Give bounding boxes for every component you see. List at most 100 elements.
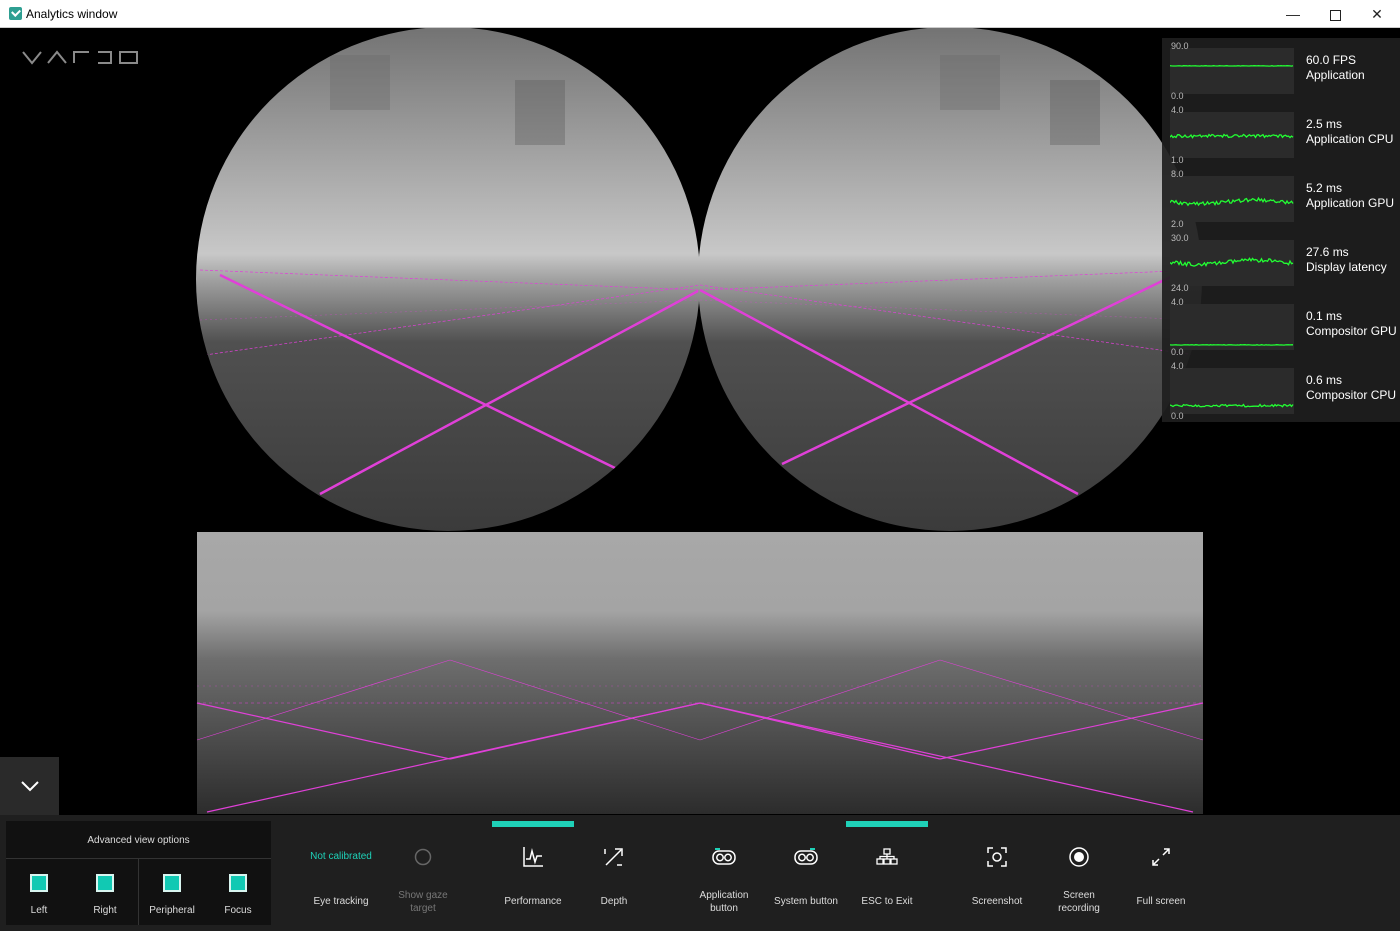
screenshot-icon [987,847,1007,867]
perf-label: Application GPU [1306,196,1395,210]
view-option-right[interactable]: Right [72,861,138,923]
view-option-left[interactable]: Left [6,861,72,923]
eye-tracking-button[interactable]: Not calibrated Eye tracking [296,815,386,931]
perf-max: 4.0 [1171,361,1184,371]
checkbox-icon [229,874,247,892]
screen-recording-label: Screen recording [1058,890,1100,914]
view-option-peripheral[interactable]: Peripheral [139,861,205,923]
depth-button[interactable]: Depth [574,815,654,931]
perf-max: 30.0 [1171,233,1189,243]
perf-label: Compositor GPU [1306,324,1397,338]
active-indicator [492,821,574,827]
system-button[interactable]: System button [764,815,848,931]
system-button-label: System button [774,896,838,907]
perf-min: 1.0 [1171,155,1184,165]
perf-value: 60.0 FPS [1306,53,1357,67]
perf-value: 0.1 ms [1306,309,1343,323]
expand-icon [1152,848,1170,866]
headset-icon [794,848,818,865]
perf-label: Application [1306,68,1365,82]
view-option-label: Peripheral [149,905,195,916]
right-eye-view [698,28,1202,531]
perf-graph [1169,48,1294,94]
performance-button[interactable]: Performance [492,815,574,931]
screenshot-button[interactable]: Screenshot [956,815,1038,931]
perf-value: 0.6 ms [1306,373,1343,387]
perf-value: 5.2 ms [1306,181,1343,195]
performance-chart-icon [523,847,543,867]
collapse-toolbar-button[interactable] [0,757,59,815]
perf-row-latency: 30.0 24.0 27.6 ms Display latency [1162,230,1400,294]
window-title: Analytics window [26,7,118,21]
close-button[interactable]: ✕ [1354,0,1400,28]
perf-graph [1169,304,1294,350]
screenshot-label: Screenshot [971,896,1023,907]
perf-min: 0.0 [1171,91,1184,101]
esc-label: ESC to Exit [861,896,913,907]
maximize-button[interactable] [1312,0,1358,28]
gaze-target-label: Show gaze target [398,890,448,914]
full-screen-label: Full screen [1136,896,1186,907]
bottom-toolbar: Advanced view options Left Right Periphe… [0,815,1400,931]
perf-sparkline [1169,257,1294,268]
perf-graph [1169,368,1294,414]
maximize-icon [1329,9,1341,21]
eye-tracking-label: Eye tracking [313,896,369,907]
perf-sparkline [1169,403,1294,408]
performance-panel: 90.0 0.0 60.0 FPS Application 4.0 1.0 2.… [1162,38,1400,422]
checkbox-icon [163,874,181,892]
full-screen-button[interactable]: Full screen [1120,815,1202,931]
perf-row-comp-cpu: 4.0 0.0 0.6 ms Compositor CPU [1162,358,1400,422]
perf-graph [1169,240,1294,286]
perf-max: 8.0 [1171,169,1184,179]
perf-sparkline [1169,133,1294,139]
perf-min: 0.0 [1171,411,1184,421]
perf-label: Display latency [1306,260,1387,274]
app-icon [9,7,22,20]
chevron-down-icon [21,781,39,792]
title-bar: Analytics window — ✕ [0,0,1400,28]
esc-to-exit-button[interactable]: ESC to Exit [846,815,928,931]
perf-value: 2.5 ms [1306,117,1343,131]
perf-max: 4.0 [1171,105,1184,115]
perf-graph [1169,176,1294,222]
perf-max: 90.0 [1171,41,1189,51]
perf-label: Compositor CPU [1306,388,1397,402]
view-option-label: Right [93,905,117,916]
eye-tracking-status: Not calibrated [310,851,372,862]
advanced-view-options: Advanced view options Left Right Periphe… [6,821,271,925]
perf-min: 24.0 [1171,283,1189,293]
headset-icon [712,848,736,865]
view-option-focus[interactable]: Focus [205,861,271,923]
perf-min: 2.0 [1171,219,1184,229]
advanced-view-title: Advanced view options [87,835,190,846]
perf-row-comp-gpu: 4.0 0.0 0.1 ms Compositor GPU [1162,294,1400,358]
left-eye-view [196,28,700,531]
perf-min: 0.0 [1171,347,1184,357]
application-button[interactable]: Application button [684,815,764,931]
depth-icon [604,848,623,866]
performance-label: Performance [504,896,562,907]
checkbox-icon [30,874,48,892]
record-icon [1069,847,1089,867]
show-gaze-target-button[interactable]: Show gaze target [382,815,464,931]
perf-row-app-cpu: 4.0 1.0 2.5 ms Application CPU [1162,102,1400,166]
active-indicator [846,821,928,827]
checkbox-icon [96,874,114,892]
view-option-label: Focus [224,905,252,916]
perf-graph [1169,112,1294,158]
application-button-label: Application button [699,890,749,914]
minimize-button[interactable]: — [1270,0,1316,28]
perf-max: 4.0 [1171,297,1184,307]
screen-recording-button[interactable]: Screen recording [1038,815,1120,931]
perf-sparkline [1169,196,1294,207]
perf-row-fps: 90.0 0.0 60.0 FPS Application [1162,38,1400,102]
varjo-logo [22,50,138,65]
circle-icon [414,848,432,866]
hierarchy-icon [876,848,898,865]
depth-label: Depth [600,896,628,907]
view-option-label: Left [30,905,48,916]
perf-label: Application CPU [1306,132,1394,146]
perf-row-app-gpu: 8.0 2.0 5.2 ms Application GPU [1162,166,1400,230]
perf-value: 27.6 ms [1306,245,1349,259]
